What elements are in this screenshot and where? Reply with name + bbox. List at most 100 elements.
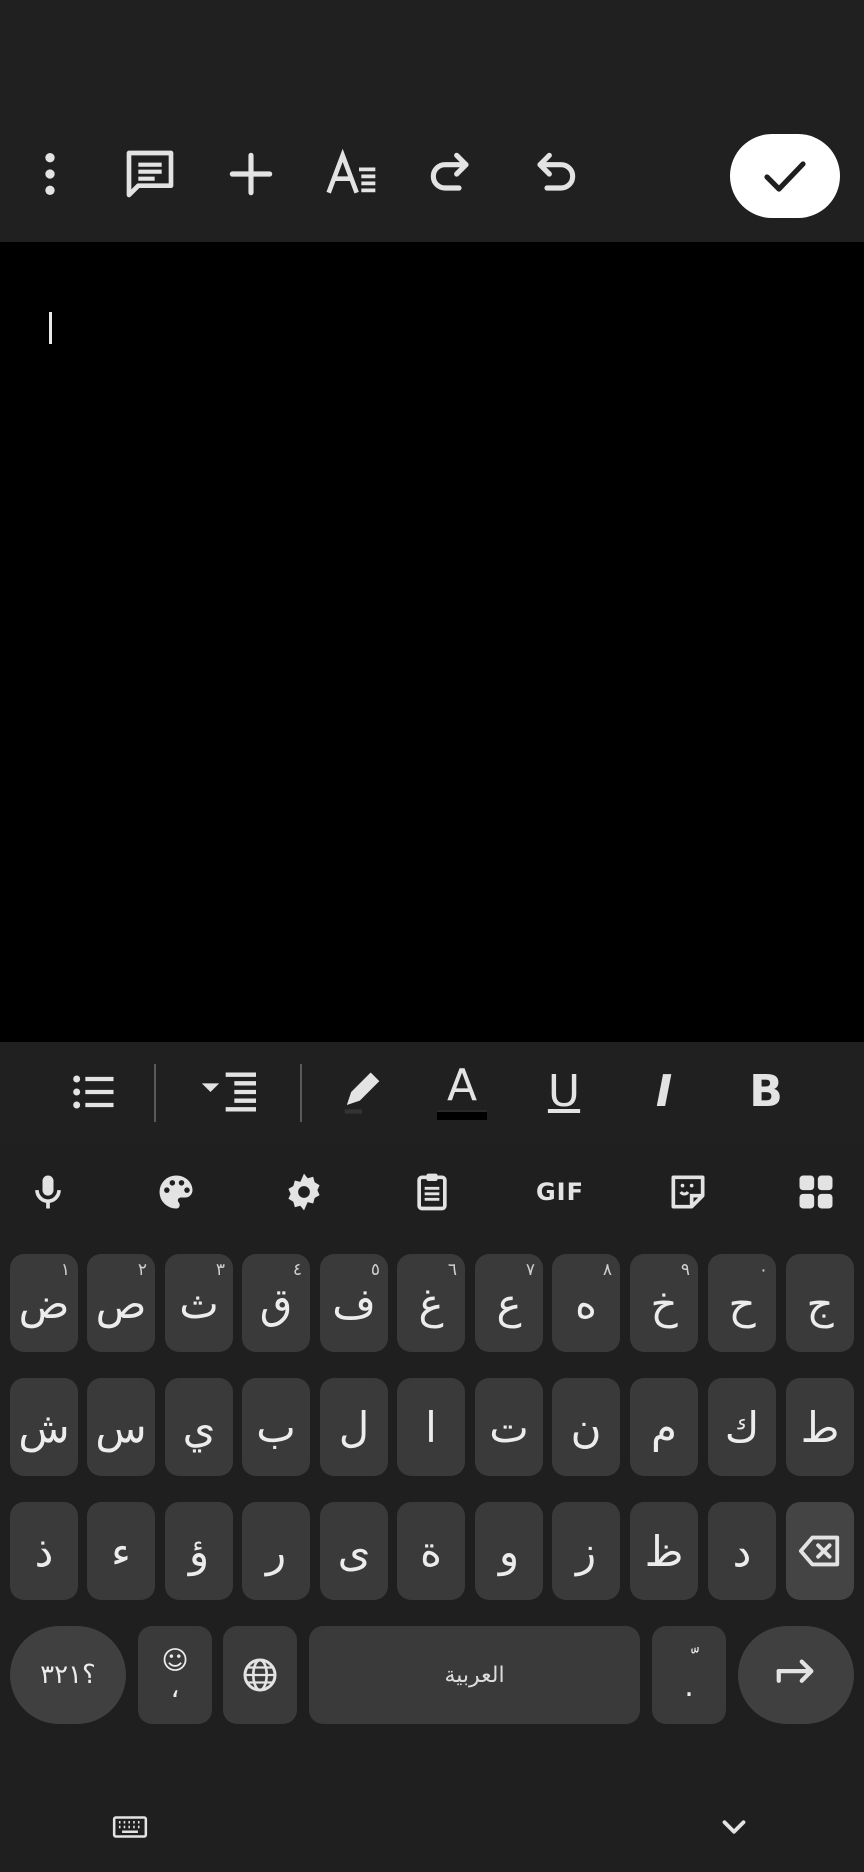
text-color-icon[interactable]: A	[430, 1060, 494, 1124]
key-char: ه	[574, 1278, 597, 1328]
key[interactable]: ى	[320, 1502, 388, 1600]
sticker-icon[interactable]	[656, 1160, 720, 1224]
key-char: ز	[575, 1526, 597, 1576]
key-hint: ٦	[447, 1260, 457, 1280]
key[interactable]: خ٩	[630, 1254, 698, 1352]
indent-icon[interactable]	[194, 1060, 266, 1124]
key[interactable]: ج	[786, 1254, 854, 1352]
key-hint: ٢	[137, 1260, 147, 1280]
bulleted-list-icon[interactable]	[62, 1060, 126, 1124]
underline-label: U	[547, 1066, 581, 1117]
period-label: .	[684, 1669, 694, 1704]
key-char: ة	[419, 1526, 442, 1576]
clipboard-icon[interactable]	[400, 1160, 464, 1224]
key-char: ء	[111, 1526, 131, 1576]
highlight-icon[interactable]	[330, 1060, 394, 1124]
key[interactable]: ع٧	[475, 1254, 543, 1352]
mic-icon[interactable]	[16, 1160, 80, 1224]
key[interactable]: غ٦	[397, 1254, 465, 1352]
enter-arrow-icon	[776, 1659, 814, 1683]
key-char: غ	[418, 1278, 444, 1328]
undo-icon[interactable]	[522, 142, 586, 206]
key[interactable]: ب	[242, 1378, 310, 1476]
underline-icon[interactable]: U	[532, 1060, 596, 1124]
check-icon	[764, 161, 806, 192]
key-char: ط	[800, 1402, 840, 1452]
key[interactable]: ك	[708, 1378, 776, 1476]
key[interactable]: ف٥	[320, 1254, 388, 1352]
key[interactable]: ء	[87, 1502, 155, 1600]
key-hint: ٧	[525, 1260, 535, 1280]
key-char: ن	[570, 1402, 602, 1452]
key[interactable]: ه٨	[552, 1254, 620, 1352]
key[interactable]: ل	[320, 1378, 388, 1476]
key-char: ظ	[644, 1526, 684, 1576]
gif-label: GIF	[535, 1178, 585, 1206]
key[interactable]: ظ	[630, 1502, 698, 1600]
italic-icon[interactable]: I	[632, 1060, 696, 1124]
key-char: ث	[179, 1278, 219, 1328]
key[interactable]: و	[475, 1502, 543, 1600]
more-vert-icon[interactable]	[18, 142, 82, 206]
language-key[interactable]	[223, 1626, 297, 1724]
comment-icon[interactable]	[118, 142, 182, 206]
key[interactable]: ق٤	[242, 1254, 310, 1352]
key[interactable]: ز	[552, 1502, 620, 1600]
key[interactable]: ت	[475, 1378, 543, 1476]
apps-grid-icon[interactable]	[784, 1160, 848, 1224]
key[interactable]: ذ	[10, 1502, 78, 1600]
space-label: العربية	[444, 1662, 505, 1688]
bold-icon[interactable]: B	[734, 1060, 798, 1124]
key-char: ى	[337, 1526, 371, 1576]
period-key[interactable]: ّ .	[652, 1626, 726, 1724]
settings-icon[interactable]	[272, 1160, 336, 1224]
keyboard-icon[interactable]	[105, 1802, 155, 1852]
text-format-icon[interactable]	[320, 142, 384, 206]
key-char: ب	[256, 1402, 296, 1452]
key[interactable]: ح٠	[708, 1254, 776, 1352]
key-char: ض	[18, 1278, 70, 1328]
comma-label: ،	[170, 1671, 180, 1704]
gif-icon[interactable]: GIF	[528, 1160, 592, 1224]
key[interactable]: ة	[397, 1502, 465, 1600]
key-hint: ٤	[292, 1260, 302, 1280]
symbols-label: ؟٣٢١	[40, 1660, 96, 1690]
key[interactable]: ش	[10, 1378, 78, 1476]
key[interactable]: ط	[786, 1378, 854, 1476]
format-divider	[154, 1064, 156, 1122]
symbols-key[interactable]: ؟٣٢١	[10, 1626, 126, 1724]
insert-plus-icon[interactable]	[219, 142, 283, 206]
backspace-key[interactable]	[786, 1502, 854, 1600]
key[interactable]: ث٣	[165, 1254, 233, 1352]
key-char: ف	[332, 1278, 376, 1328]
key[interactable]: ي	[165, 1378, 233, 1476]
key-hint: ١	[60, 1260, 70, 1280]
comma-emoji-key[interactable]: ☺ ،	[138, 1626, 212, 1724]
key[interactable]: ر	[242, 1502, 310, 1600]
palette-icon[interactable]	[144, 1160, 208, 1224]
key[interactable]: د	[708, 1502, 776, 1600]
key-hint: ٣	[215, 1260, 225, 1280]
key-char: ت	[489, 1402, 529, 1452]
key[interactable]: ن	[552, 1378, 620, 1476]
done-button[interactable]	[730, 134, 840, 218]
format-divider	[300, 1064, 302, 1122]
key[interactable]: ؤ	[165, 1502, 233, 1600]
key[interactable]: س	[87, 1378, 155, 1476]
key[interactable]: ض١	[10, 1254, 78, 1352]
enter-key[interactable]	[738, 1626, 854, 1724]
document-body[interactable]	[0, 242, 864, 1042]
key-char: ل	[338, 1402, 370, 1452]
backspace-icon	[798, 1535, 840, 1567]
key-char: د	[732, 1526, 752, 1576]
key[interactable]: ا	[397, 1378, 465, 1476]
status-bar	[0, 0, 864, 108]
globe-icon	[243, 1658, 277, 1692]
space-key[interactable]: العربية	[309, 1626, 640, 1724]
chevron-down-icon[interactable]	[709, 1802, 759, 1852]
key[interactable]: ص٢	[87, 1254, 155, 1352]
redo-icon[interactable]	[420, 142, 484, 206]
key-char: ا	[425, 1402, 437, 1452]
key[interactable]: م	[630, 1378, 698, 1476]
key-char: و	[498, 1526, 520, 1576]
